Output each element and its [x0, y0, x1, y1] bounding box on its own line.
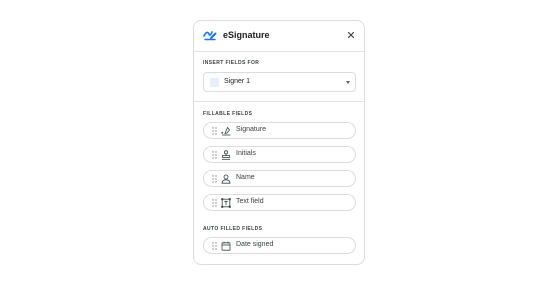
person-icon — [221, 174, 231, 184]
panel-header: eSignature — [194, 21, 364, 52]
field-label: Initials — [236, 150, 256, 157]
fillable-fields-label: FILLABLE FIELDS — [203, 111, 253, 117]
drag-handle-icon[interactable] — [212, 199, 217, 207]
drag-handle-icon[interactable] — [212, 175, 217, 183]
field-date-signed[interactable]: Date signed — [203, 237, 356, 254]
auto-filled-fields-label: AUTO FILLED FIELDS — [203, 226, 263, 232]
field-name[interactable]: Name — [203, 170, 356, 187]
field-label: Text field — [236, 198, 264, 205]
field-label: Date signed — [236, 241, 274, 248]
signature-pen-icon — [203, 31, 217, 41]
initials-stamp-icon — [222, 150, 230, 160]
close-icon[interactable] — [346, 30, 356, 40]
drag-handle-icon[interactable] — [212, 151, 217, 159]
drag-handle-icon[interactable] — [212, 127, 217, 135]
signer-select-value: Signer 1 — [224, 78, 251, 85]
signature-icon — [221, 126, 231, 136]
calendar-icon — [221, 241, 231, 251]
section-divider — [194, 101, 364, 102]
field-signature[interactable]: Signature — [203, 122, 356, 139]
insert-fields-label: INSERT FIELDS FOR — [203, 60, 260, 66]
signer-color-swatch — [210, 78, 219, 87]
field-label: Name — [236, 174, 255, 181]
esignature-panel: eSignature INSERT FIELDS FOR Signer 1 FI… — [193, 20, 365, 265]
caret-down-icon — [346, 81, 350, 84]
field-label: Signature — [236, 126, 266, 133]
panel-title: eSignature — [223, 30, 270, 40]
field-initials[interactable]: Initials — [203, 146, 356, 163]
signer-select[interactable]: Signer 1 — [203, 72, 356, 92]
field-text-field[interactable]: Text field — [203, 194, 356, 211]
text-field-icon — [221, 198, 231, 208]
drag-handle-icon[interactable] — [212, 242, 217, 250]
